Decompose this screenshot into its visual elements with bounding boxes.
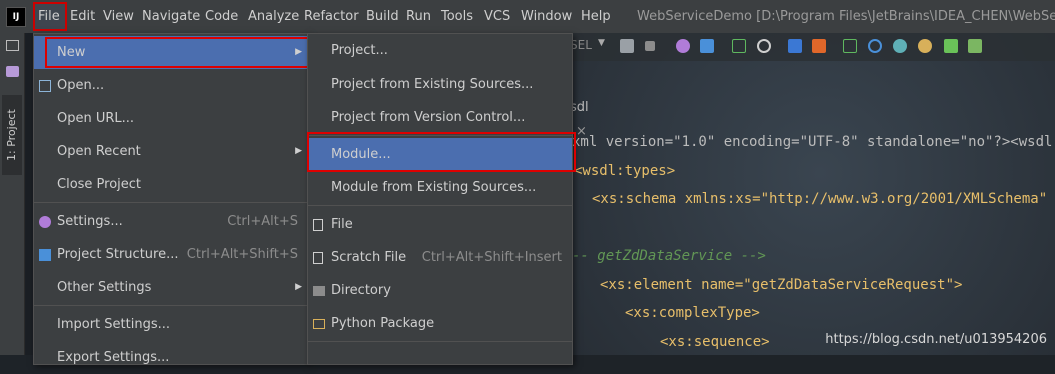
menu-separator: [308, 205, 572, 206]
menu-item-label: Python Package: [331, 316, 435, 331]
menu-item-import-settings[interactable]: Import Settings...: [34, 308, 308, 341]
menu-item-label: Project from Existing Sources...: [331, 77, 534, 92]
submenu-item-directory[interactable]: Directory: [308, 274, 572, 307]
watermark: https://blog.csdn.net/u013954206: [825, 332, 1047, 347]
menu-analyze[interactable]: Analyze: [248, 0, 299, 33]
menu-bar: IJ File Edit View Navigate Code Analyze …: [0, 0, 1055, 33]
code-line-1: xml version="1.0" encoding="UTF-8" stand…: [572, 134, 1053, 150]
submenu-item-scratch-file[interactable]: Scratch File Ctrl+Alt+Shift+Insert: [308, 241, 572, 274]
tab-wsdl[interactable]: sdl ×: [570, 96, 606, 139]
menu-item-project-structure[interactable]: Project Structure... Ctrl+Alt+Shift+S: [34, 238, 308, 271]
grid-icon[interactable]: [700, 39, 714, 53]
menu-item-export-settings[interactable]: Export Settings...: [34, 341, 308, 374]
menu-separator: [34, 202, 308, 203]
chevron-down-icon[interactable]: ▼: [598, 38, 605, 48]
folder-icon: [39, 80, 51, 92]
search-icon[interactable]: [757, 39, 771, 53]
menu-item-label: Open Recent: [57, 144, 141, 159]
menu-item-label: Settings...: [57, 214, 123, 229]
code-line-6: <xs:complexType>: [625, 305, 760, 321]
code-line-2: <wsdl:types>: [574, 163, 676, 179]
submenu-item-python-package[interactable]: Python Package: [308, 307, 572, 340]
menu-item-label: Open...: [57, 78, 105, 93]
menu-item-label: Scratch File: [331, 250, 407, 265]
chart-icon[interactable]: [843, 39, 857, 53]
submenu-item-module-existing-sources[interactable]: Module from Existing Sources...: [308, 171, 572, 204]
menu-item-label: Close Project: [57, 177, 142, 192]
menu-file[interactable]: File: [38, 0, 60, 33]
office-icon[interactable]: [812, 39, 826, 53]
menu-item-close-project[interactable]: Close Project: [34, 168, 308, 201]
code-line-7: <xs:sequence>: [660, 334, 770, 350]
window-title: WebServiceDemo [D:\Program Files\JetBrai…: [637, 9, 1055, 24]
translate-icon[interactable]: [788, 39, 802, 53]
hammer-icon[interactable]: [620, 39, 634, 53]
scratch-file-icon: [313, 252, 323, 264]
menu-item-label: Export Settings...: [57, 350, 170, 365]
package-icon: [313, 319, 325, 329]
submenu-arrow-icon: ▶: [295, 146, 302, 156]
menu-vcs[interactable]: VCS: [484, 0, 510, 33]
menu-item-label: Project Structure...: [57, 247, 179, 262]
menu-item-label: Project from Version Control...: [331, 110, 526, 125]
menu-item-label: Other Settings: [57, 280, 152, 295]
menu-refactor[interactable]: Refactor: [304, 0, 359, 33]
gear-icon[interactable]: [676, 39, 690, 53]
file-icon: [313, 219, 323, 231]
code-line-4: -- getZdDataService -->: [572, 248, 766, 264]
menu-separator: [308, 341, 572, 342]
puzzle-icon[interactable]: [968, 39, 982, 53]
submenu-arrow-icon: ▶: [295, 282, 302, 292]
module-icon: [6, 66, 19, 77]
grid-icon: [39, 249, 51, 261]
menu-item-other-settings[interactable]: Other Settings ▶: [34, 271, 308, 304]
sync-icon[interactable]: [893, 39, 907, 53]
menu-navigate[interactable]: Navigate: [142, 0, 200, 33]
lightbulb-icon[interactable]: [918, 39, 932, 53]
submenu-item-file[interactable]: File: [308, 208, 572, 241]
menu-item-label: File: [331, 217, 353, 232]
submenu-item-project-vcs[interactable]: Project from Version Control...: [308, 101, 572, 134]
menu-item-shortcut: Ctrl+Alt+Shift+S: [186, 247, 298, 262]
gear-icon: [39, 216, 51, 228]
menu-item-label: Import Settings...: [57, 317, 170, 332]
menu-window[interactable]: Window: [521, 0, 572, 33]
menu-item-open[interactable]: Open...: [34, 69, 308, 102]
stop-icon[interactable]: [645, 41, 655, 51]
submenu-item-project[interactable]: Project...: [308, 34, 572, 67]
terminal-icon[interactable]: [732, 39, 746, 53]
menu-edit[interactable]: Edit: [70, 0, 95, 33]
menu-item-shortcut: Ctrl+Alt+Shift+Insert: [421, 250, 562, 265]
menu-item-label: Module from Existing Sources...: [331, 180, 537, 195]
folder-icon: [313, 286, 325, 296]
menu-item-settings[interactable]: Settings... Ctrl+Alt+S: [34, 205, 308, 238]
new-submenu: Project... Project from Existing Sources…: [307, 33, 573, 365]
submenu-item-project-existing-sources[interactable]: Project from Existing Sources...: [308, 68, 572, 101]
code-line-3: <xs:schema xmlns:xs="http://www.w3.org/2…: [592, 191, 1048, 207]
project-view-icon[interactable]: [6, 40, 19, 51]
new-annotation-box: [45, 37, 312, 68]
menu-help[interactable]: Help: [581, 0, 611, 33]
menu-item-open-url[interactable]: Open URL...: [34, 102, 308, 135]
run-config-selector[interactable]: SEL: [570, 38, 592, 52]
left-tool-strip: [0, 33, 25, 355]
menu-item-shortcut: Ctrl+Alt+S: [227, 214, 298, 229]
menu-separator: [34, 305, 308, 306]
menu-tools[interactable]: Tools: [441, 0, 473, 33]
menu-build[interactable]: Build: [366, 0, 399, 33]
menu-code[interactable]: Code: [205, 0, 238, 33]
intellij-logo-icon: IJ: [6, 7, 26, 27]
plugin-icon[interactable]: [944, 39, 958, 53]
code-line-5: <xs:element name="getZdDataServiceReques…: [600, 277, 963, 293]
menu-view[interactable]: View: [103, 0, 134, 33]
menu-item-label: Project...: [331, 43, 388, 58]
menu-item-open-recent[interactable]: Open Recent ▶: [34, 135, 308, 168]
menu-item-label: Directory: [331, 283, 391, 298]
module-annotation-box: [307, 132, 576, 172]
menu-run[interactable]: Run: [406, 0, 431, 33]
no-entry-icon[interactable]: [868, 39, 882, 53]
project-tool-window-tab[interactable]: 1: Project: [2, 95, 22, 175]
file-menu: New ▶ Open... Open URL... Open Recent ▶ …: [33, 33, 309, 365]
menu-item-label: Open URL...: [57, 111, 135, 126]
